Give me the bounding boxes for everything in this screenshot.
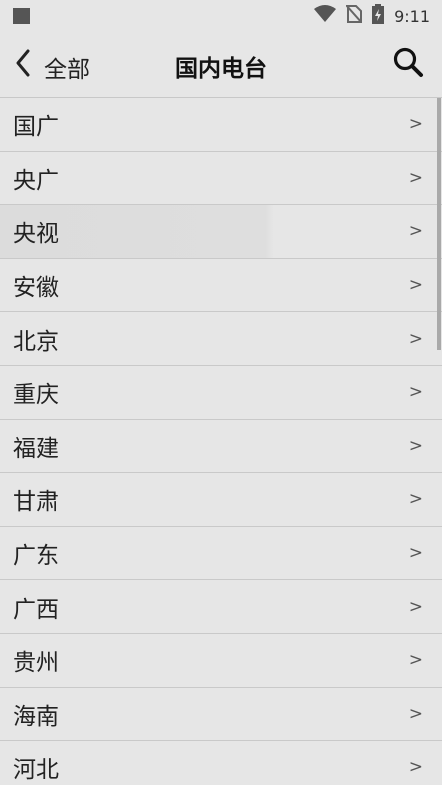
list-item[interactable]: 广东 > (0, 527, 442, 581)
list-item-label: 央广 (13, 167, 59, 194)
chevron-right-icon: > (408, 328, 423, 349)
chevron-right-icon: > (408, 757, 423, 778)
notification-square-icon (13, 8, 30, 24)
region-list: 国广 > 央广 > 央视 > 安徽 > 北京 > 重庆 > 福建 > 甘肃 > 广东 > 广西 > … (0, 98, 442, 785)
chevron-right-icon: > (408, 489, 423, 510)
chevron-right-icon: > (408, 703, 423, 724)
list-item[interactable]: 央广 > (0, 152, 442, 206)
chevron-right-icon: > (408, 167, 423, 188)
chevron-right-icon: > (408, 382, 423, 403)
scrollbar[interactable] (437, 98, 441, 350)
list-item[interactable]: 贵州 > (0, 634, 442, 688)
list-item-label: 甘肃 (13, 489, 59, 516)
status-icons: 9:11 (314, 4, 430, 28)
status-time: 9:11 (394, 6, 430, 26)
no-sim-icon (345, 4, 363, 27)
list-item[interactable]: 重庆 > (0, 366, 442, 420)
list-item[interactable]: 北京 > (0, 312, 442, 366)
toolbar: 全部 国内电台 (0, 32, 442, 98)
chevron-right-icon: > (408, 650, 423, 671)
list-item-label: 安徽 (13, 275, 59, 302)
chevron-right-icon: > (408, 435, 423, 456)
page-title: 国内电台 (175, 56, 267, 82)
chevron-right-icon: > (408, 543, 423, 564)
list-item-label: 央视 (13, 221, 59, 248)
list-item-label: 海南 (13, 703, 59, 730)
list-item[interactable]: 央视 > (0, 205, 442, 259)
list-item-label: 广东 (13, 543, 59, 570)
search-icon (392, 46, 424, 82)
list-item-label: 贵州 (13, 650, 59, 677)
list-item-label: 国广 (13, 114, 59, 141)
list-item-label: 广西 (13, 596, 59, 623)
list-item-label: 福建 (13, 435, 59, 462)
status-bar: 9:11 (0, 0, 442, 32)
chevron-right-icon: > (408, 221, 423, 242)
chevron-right-icon: > (408, 275, 423, 296)
list-item[interactable]: 广西 > (0, 580, 442, 634)
wifi-icon (314, 5, 337, 27)
battery-charging-icon (372, 4, 385, 28)
list-item[interactable]: 甘肃 > (0, 473, 442, 527)
chevron-right-icon: > (408, 596, 423, 617)
search-button[interactable] (390, 46, 426, 82)
list-item[interactable]: 海南 > (0, 688, 442, 742)
list-item-label: 重庆 (13, 382, 59, 409)
list-item[interactable]: 福建 > (0, 420, 442, 474)
list-item[interactable]: 河北 > (0, 741, 442, 785)
list-item[interactable]: 安徽 > (0, 259, 442, 313)
list-item-label: 河北 (13, 757, 59, 784)
chevron-right-icon: > (408, 114, 423, 135)
list-item-label: 北京 (13, 328, 59, 355)
list-item[interactable]: 国广 > (0, 98, 442, 152)
